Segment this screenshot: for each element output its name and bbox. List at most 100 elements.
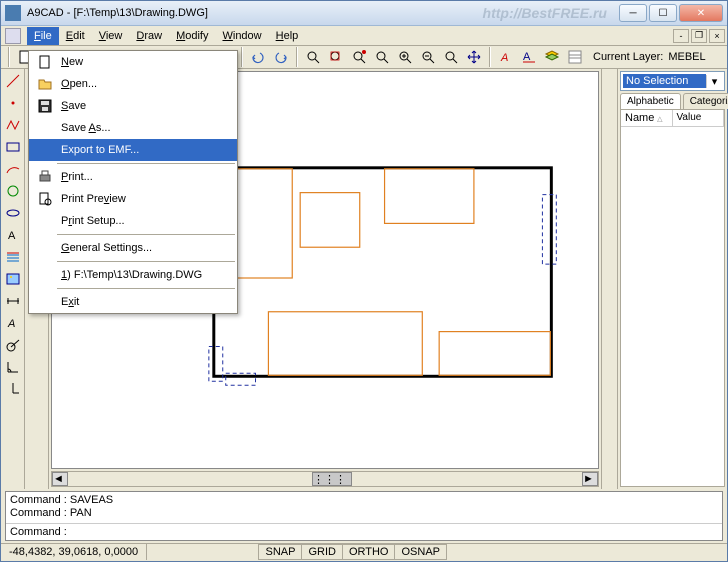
col-value[interactable]: Value xyxy=(673,110,725,126)
separator xyxy=(296,47,298,67)
image-tool-icon[interactable] xyxy=(3,269,23,289)
titlebar: A9CAD - [F:\Temp\13\Drawing.DWG] http://… xyxy=(1,1,727,26)
menu-item-print[interactable]: Print... xyxy=(29,166,237,188)
zoom-extents-icon[interactable] xyxy=(302,46,324,68)
menu-item-new[interactable]: New xyxy=(29,51,237,73)
selection-text: No Selection xyxy=(623,74,706,88)
draw-toolbar: A A xyxy=(1,69,25,488)
tab-categorized[interactable]: Categorized xyxy=(683,93,728,109)
mdi-close[interactable]: × xyxy=(709,29,725,43)
svg-text:A: A xyxy=(523,51,531,63)
separator xyxy=(8,47,10,67)
menu-item-settings[interactable]: General Settings... xyxy=(29,237,237,259)
file-menu-dropdown: New Open... Save Save As... Export to EM… xyxy=(28,50,238,314)
save-disk-icon xyxy=(33,95,57,117)
text-icon[interactable]: A xyxy=(495,46,517,68)
dim-aligned-icon[interactable]: A xyxy=(3,313,23,333)
blank-icon xyxy=(33,139,57,161)
text-tool-icon[interactable]: A xyxy=(3,225,23,245)
menu-item-recent[interactable]: 1) F:\Temp\13\Drawing.DWG xyxy=(29,264,237,286)
scroll-left-arrow[interactable]: ◄ xyxy=(52,472,68,486)
arc-tool-icon[interactable] xyxy=(3,159,23,179)
zoom-pan-icon[interactable] xyxy=(371,46,393,68)
property-grid[interactable]: Name △ Value xyxy=(620,109,725,486)
menu-item-saveas[interactable]: Save As... xyxy=(29,117,237,139)
line-tool-icon[interactable] xyxy=(3,71,23,91)
menu-help[interactable]: Help xyxy=(269,27,306,45)
menu-item-printsetup[interactable]: Print Setup... xyxy=(29,210,237,232)
separator xyxy=(489,47,491,67)
dimension-icon[interactable]: A xyxy=(518,46,540,68)
rectangle-tool-icon[interactable] xyxy=(3,137,23,157)
watermark: http://BestFREE.ru xyxy=(483,5,607,21)
menu-window[interactable]: Window xyxy=(215,27,268,45)
dim-linear-icon[interactable] xyxy=(3,291,23,311)
mdi-icon[interactable] xyxy=(5,28,21,44)
main-window: A9CAD - [F:\Temp\13\Drawing.DWG] http://… xyxy=(0,0,728,562)
new-file-icon xyxy=(33,51,57,73)
command-prompt: Command : xyxy=(10,526,67,538)
dim-ord-icon[interactable] xyxy=(3,379,23,399)
selection-combo[interactable]: No Selection ▾ xyxy=(620,71,725,91)
dim-radial-icon[interactable] xyxy=(3,335,23,355)
grid-button[interactable]: GRID xyxy=(301,544,343,560)
window-controls: ─ ☐ ✕ xyxy=(619,4,723,22)
polyline-tool-icon[interactable] xyxy=(3,115,23,135)
command-input-row[interactable]: Command : xyxy=(6,524,722,540)
app-icon xyxy=(5,5,21,21)
scroll-right-arrow[interactable]: ► xyxy=(582,472,598,486)
printer-icon xyxy=(33,166,57,188)
menu-item-preview[interactable]: Print Preview xyxy=(29,188,237,210)
command-panel: Command : SAVEAS Command : PAN Command : xyxy=(5,491,723,541)
menu-modify[interactable]: Modify xyxy=(169,27,215,45)
properties-icon[interactable] xyxy=(564,46,586,68)
vertical-scrollbar[interactable] xyxy=(601,69,617,488)
menu-item-save[interactable]: Save xyxy=(29,95,237,117)
menu-edit[interactable]: Edit xyxy=(59,27,92,45)
snap-button[interactable]: SNAP xyxy=(258,544,302,560)
maximize-button[interactable]: ☐ xyxy=(649,4,677,22)
dim-angle-icon[interactable] xyxy=(3,357,23,377)
tab-alphabetic[interactable]: Alphabetic xyxy=(620,93,681,109)
mdi-controls: - ❐ × xyxy=(671,29,725,43)
combo-drop-icon[interactable]: ▾ xyxy=(706,75,722,88)
redo-icon[interactable] xyxy=(270,46,292,68)
zoom-in-icon[interactable] xyxy=(394,46,416,68)
zoom-realtime-icon[interactable] xyxy=(348,46,370,68)
separator xyxy=(241,47,243,67)
menu-view[interactable]: View xyxy=(92,27,130,45)
ellipse-tool-icon[interactable] xyxy=(3,203,23,223)
svg-text:A: A xyxy=(7,318,15,330)
horizontal-scrollbar[interactable]: ◄ ⋮⋮⋮ ► xyxy=(51,471,599,487)
close-button[interactable]: ✕ xyxy=(679,4,723,22)
preview-icon xyxy=(33,188,57,210)
layers-icon[interactable] xyxy=(541,46,563,68)
circle-tool-icon[interactable] xyxy=(3,181,23,201)
menu-item-open[interactable]: Open... xyxy=(29,73,237,95)
menu-item-exit[interactable]: Exit xyxy=(29,291,237,313)
svg-text:A: A xyxy=(500,52,508,64)
menu-file[interactable]: File xyxy=(27,27,59,45)
col-name[interactable]: Name △ xyxy=(621,110,673,126)
blank-icon xyxy=(33,291,57,313)
zoom-window-icon[interactable] xyxy=(325,46,347,68)
current-layer-value: MEBEL xyxy=(668,51,705,63)
ortho-button[interactable]: ORTHO xyxy=(342,544,396,560)
undo-icon[interactable] xyxy=(247,46,269,68)
hatch-tool-icon[interactable] xyxy=(3,247,23,267)
point-tool-icon[interactable] xyxy=(3,93,23,113)
menu-draw[interactable]: Draw xyxy=(129,27,169,45)
svg-text:A: A xyxy=(8,230,16,242)
zoom-out-icon[interactable] xyxy=(417,46,439,68)
mdi-minimize[interactable]: - xyxy=(673,29,689,43)
command-history[interactable]: Command : SAVEAS Command : PAN xyxy=(6,492,722,524)
scroll-thumb[interactable]: ⋮⋮⋮ xyxy=(312,472,352,486)
pan-icon[interactable] xyxy=(463,46,485,68)
minimize-button[interactable]: ─ xyxy=(619,4,647,22)
osnap-button[interactable]: OSNAP xyxy=(394,544,447,560)
zoom-all-icon[interactable] xyxy=(440,46,462,68)
statusbar: -48,4382, 39,0618, 0,0000 SNAP GRID ORTH… xyxy=(1,543,727,561)
menu-item-export[interactable]: Export to EMF... xyxy=(29,139,237,161)
mdi-restore[interactable]: ❐ xyxy=(691,29,707,43)
snap-buttons: SNAP GRID ORTHO OSNAP xyxy=(259,544,447,560)
